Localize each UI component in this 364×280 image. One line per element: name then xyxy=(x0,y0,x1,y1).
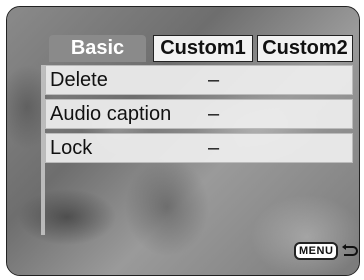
tab-basic[interactable]: Basic xyxy=(49,35,146,62)
menu-return-button[interactable]: MENU xyxy=(294,242,359,260)
menu-item-delete[interactable]: Delete – xyxy=(45,65,353,95)
menu-item-lock[interactable]: Lock – xyxy=(45,133,353,163)
menu-item-value: – xyxy=(208,68,220,91)
menu-item-value: – xyxy=(208,136,220,159)
tab-custom2[interactable]: Custom2 xyxy=(257,35,353,62)
return-arrow-icon xyxy=(342,244,359,256)
menu-item-label: Audio caption xyxy=(50,102,172,125)
menu-item-audio-caption[interactable]: Audio caption – xyxy=(45,99,353,129)
lcd-screen: Basic Custom1 Custom2 Delete – Audio cap… xyxy=(6,6,360,276)
tab-custom1[interactable]: Custom1 xyxy=(153,35,253,62)
menu-item-value: – xyxy=(208,102,220,125)
menu-badge: MENU xyxy=(294,242,339,260)
menu-item-label: Lock xyxy=(50,136,93,159)
menu-item-label: Delete xyxy=(50,68,108,91)
